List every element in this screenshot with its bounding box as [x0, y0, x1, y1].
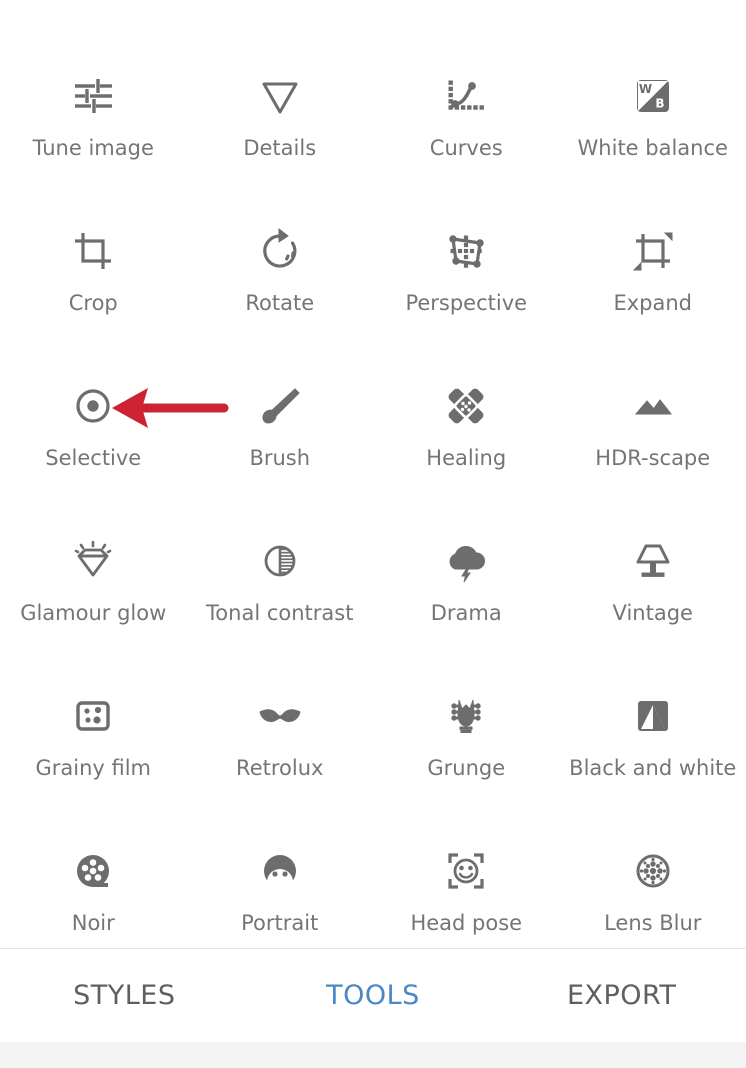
tool-label: Glamour glow	[20, 601, 167, 625]
tool-label: Vintage	[612, 601, 693, 625]
tool-label: Rotate	[245, 291, 315, 315]
tool-label: Head pose	[410, 911, 523, 935]
tool-hdr-scape[interactable]: HDR-scape	[560, 352, 746, 507]
tool-details[interactable]: Details	[187, 42, 374, 197]
glamour-glow-icon	[65, 533, 121, 589]
noir-icon	[65, 843, 121, 899]
bottom-system-strip	[0, 1042, 746, 1068]
tool-white-balance[interactable]: W B White balance	[560, 42, 746, 197]
tool-tune-image[interactable]: Tune image	[0, 42, 187, 197]
tool-drama[interactable]: Drama	[373, 507, 560, 662]
black-and-white-icon	[625, 688, 681, 744]
tab-export[interactable]: EXPORT	[497, 980, 746, 1011]
tool-label: Grunge	[427, 756, 506, 780]
tool-label: Brush	[249, 446, 311, 470]
selective-icon	[65, 378, 121, 434]
healing-icon	[438, 378, 494, 434]
tool-label: Noir	[71, 911, 115, 935]
brush-icon	[252, 378, 308, 434]
lens-blur-icon	[625, 843, 681, 899]
svg-text:W: W	[639, 82, 652, 96]
rotate-icon	[252, 223, 308, 279]
tool-black-and-white[interactable]: Black and white	[560, 662, 746, 817]
tool-label: White balance	[577, 136, 728, 160]
tool-crop[interactable]: Crop	[0, 197, 187, 352]
tools-grid: Tune image Details Curves W B White balance Cr…	[0, 42, 746, 972]
tune-image-icon	[65, 68, 121, 124]
retrolux-icon	[252, 688, 308, 744]
vintage-icon	[625, 533, 681, 589]
tool-label: Drama	[430, 601, 502, 625]
tool-label: Tune image	[32, 136, 154, 160]
tool-label: Retrolux	[236, 756, 324, 780]
bottom-tab-bar: STYLES TOOLS EXPORT	[0, 949, 746, 1042]
photo-editor-tools-screen: Tune image Details Curves W B White balance Cr…	[0, 0, 746, 1068]
hdr-scape-icon	[625, 378, 681, 434]
tool-label: Expand	[613, 291, 693, 315]
tool-glamour-glow[interactable]: Glamour glow	[0, 507, 187, 662]
details-icon	[252, 68, 308, 124]
tool-tonal-contrast[interactable]: Tonal contrast	[187, 507, 374, 662]
crop-icon	[65, 223, 121, 279]
tool-brush[interactable]: Brush	[187, 352, 374, 507]
grainy-film-icon	[65, 688, 121, 744]
curves-icon	[438, 68, 494, 124]
tool-grunge[interactable]: Grunge	[373, 662, 560, 817]
tool-label: Grainy film	[35, 756, 152, 780]
tool-label: Portrait	[241, 911, 319, 935]
tool-label: Lens Blur	[604, 911, 702, 935]
expand-icon	[625, 223, 681, 279]
head-pose-icon	[438, 843, 494, 899]
drama-icon	[438, 533, 494, 589]
tool-retrolux[interactable]: Retrolux	[187, 662, 374, 817]
tool-healing[interactable]: Healing	[373, 352, 560, 507]
tool-expand[interactable]: Expand	[560, 197, 746, 352]
tool-label: Crop	[68, 291, 118, 315]
portrait-icon	[252, 843, 308, 899]
tool-perspective[interactable]: Perspective	[373, 197, 560, 352]
tool-label: HDR-scape	[595, 446, 711, 470]
tool-label: Perspective	[405, 291, 528, 315]
tool-label: Curves	[429, 136, 503, 160]
tool-vintage[interactable]: Vintage	[560, 507, 746, 662]
tool-label: Healing	[426, 446, 507, 470]
tool-rotate[interactable]: Rotate	[187, 197, 374, 352]
tool-selective[interactable]: Selective	[0, 352, 187, 507]
tool-label: Selective	[45, 446, 142, 470]
tab-tools[interactable]: TOOLS	[249, 980, 498, 1011]
tab-styles[interactable]: STYLES	[0, 980, 249, 1011]
grunge-icon	[438, 688, 494, 744]
white-balance-icon: WB	[625, 68, 681, 124]
tool-grainy-film[interactable]: Grainy film	[0, 662, 187, 817]
tonal-contrast-icon	[252, 533, 308, 589]
tool-curves[interactable]: Curves	[373, 42, 560, 197]
tool-label: Details	[243, 136, 317, 160]
perspective-icon	[438, 223, 494, 279]
tool-label: Black and white	[569, 756, 737, 780]
svg-text:B: B	[655, 97, 664, 111]
tool-label: Tonal contrast	[206, 601, 354, 625]
